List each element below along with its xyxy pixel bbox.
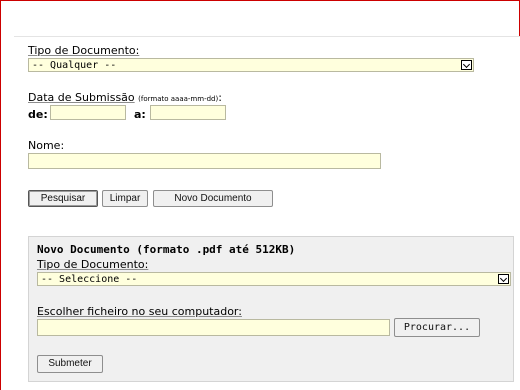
doc-type-label: Tipo de Documento:: [28, 44, 140, 57]
to-date-input[interactable]: [150, 105, 226, 120]
new-doc-type-label: Tipo de Documento:: [37, 258, 149, 271]
submit-button[interactable]: Submeter: [37, 355, 103, 373]
new-document-panel: Novo Documento (formato .pdf até 512KB) …: [28, 236, 514, 382]
from-label: de:: [28, 108, 48, 121]
file-path-input[interactable]: [37, 319, 390, 336]
new-doc-type-select[interactable]: -- Seleccione --: [37, 272, 511, 286]
new-document-title: Novo Documento (formato .pdf até 512KB): [37, 243, 296, 256]
name-label: Nome:: [28, 139, 65, 152]
date-label-row: Data de Submissão (formato aaaa-mm-dd):: [28, 91, 222, 104]
chevron-down-icon[interactable]: [498, 274, 509, 284]
file-label: Escolher ficheiro no seu computador:: [37, 305, 242, 318]
date-format-note: (formato aaaa-mm-dd): [138, 95, 219, 103]
divider: [14, 36, 520, 37]
new-document-button[interactable]: Novo Documento: [153, 190, 273, 207]
date-label: Data de Submissão: [28, 91, 135, 104]
to-label: a:: [134, 108, 146, 121]
doc-type-select[interactable]: -- Qualquer --: [28, 58, 474, 72]
from-date-input[interactable]: [50, 105, 126, 120]
browse-button[interactable]: Procurar...: [394, 318, 480, 337]
chevron-down-icon[interactable]: [461, 60, 472, 70]
doc-type-selected-value: -- Qualquer --: [32, 60, 117, 71]
date-colon: :: [218, 91, 222, 104]
search-button[interactable]: Pesquisar: [28, 190, 98, 207]
new-doc-type-selected-value: -- Seleccione --: [41, 274, 138, 285]
clear-button[interactable]: Limpar: [102, 190, 148, 207]
name-input[interactable]: [28, 153, 381, 169]
